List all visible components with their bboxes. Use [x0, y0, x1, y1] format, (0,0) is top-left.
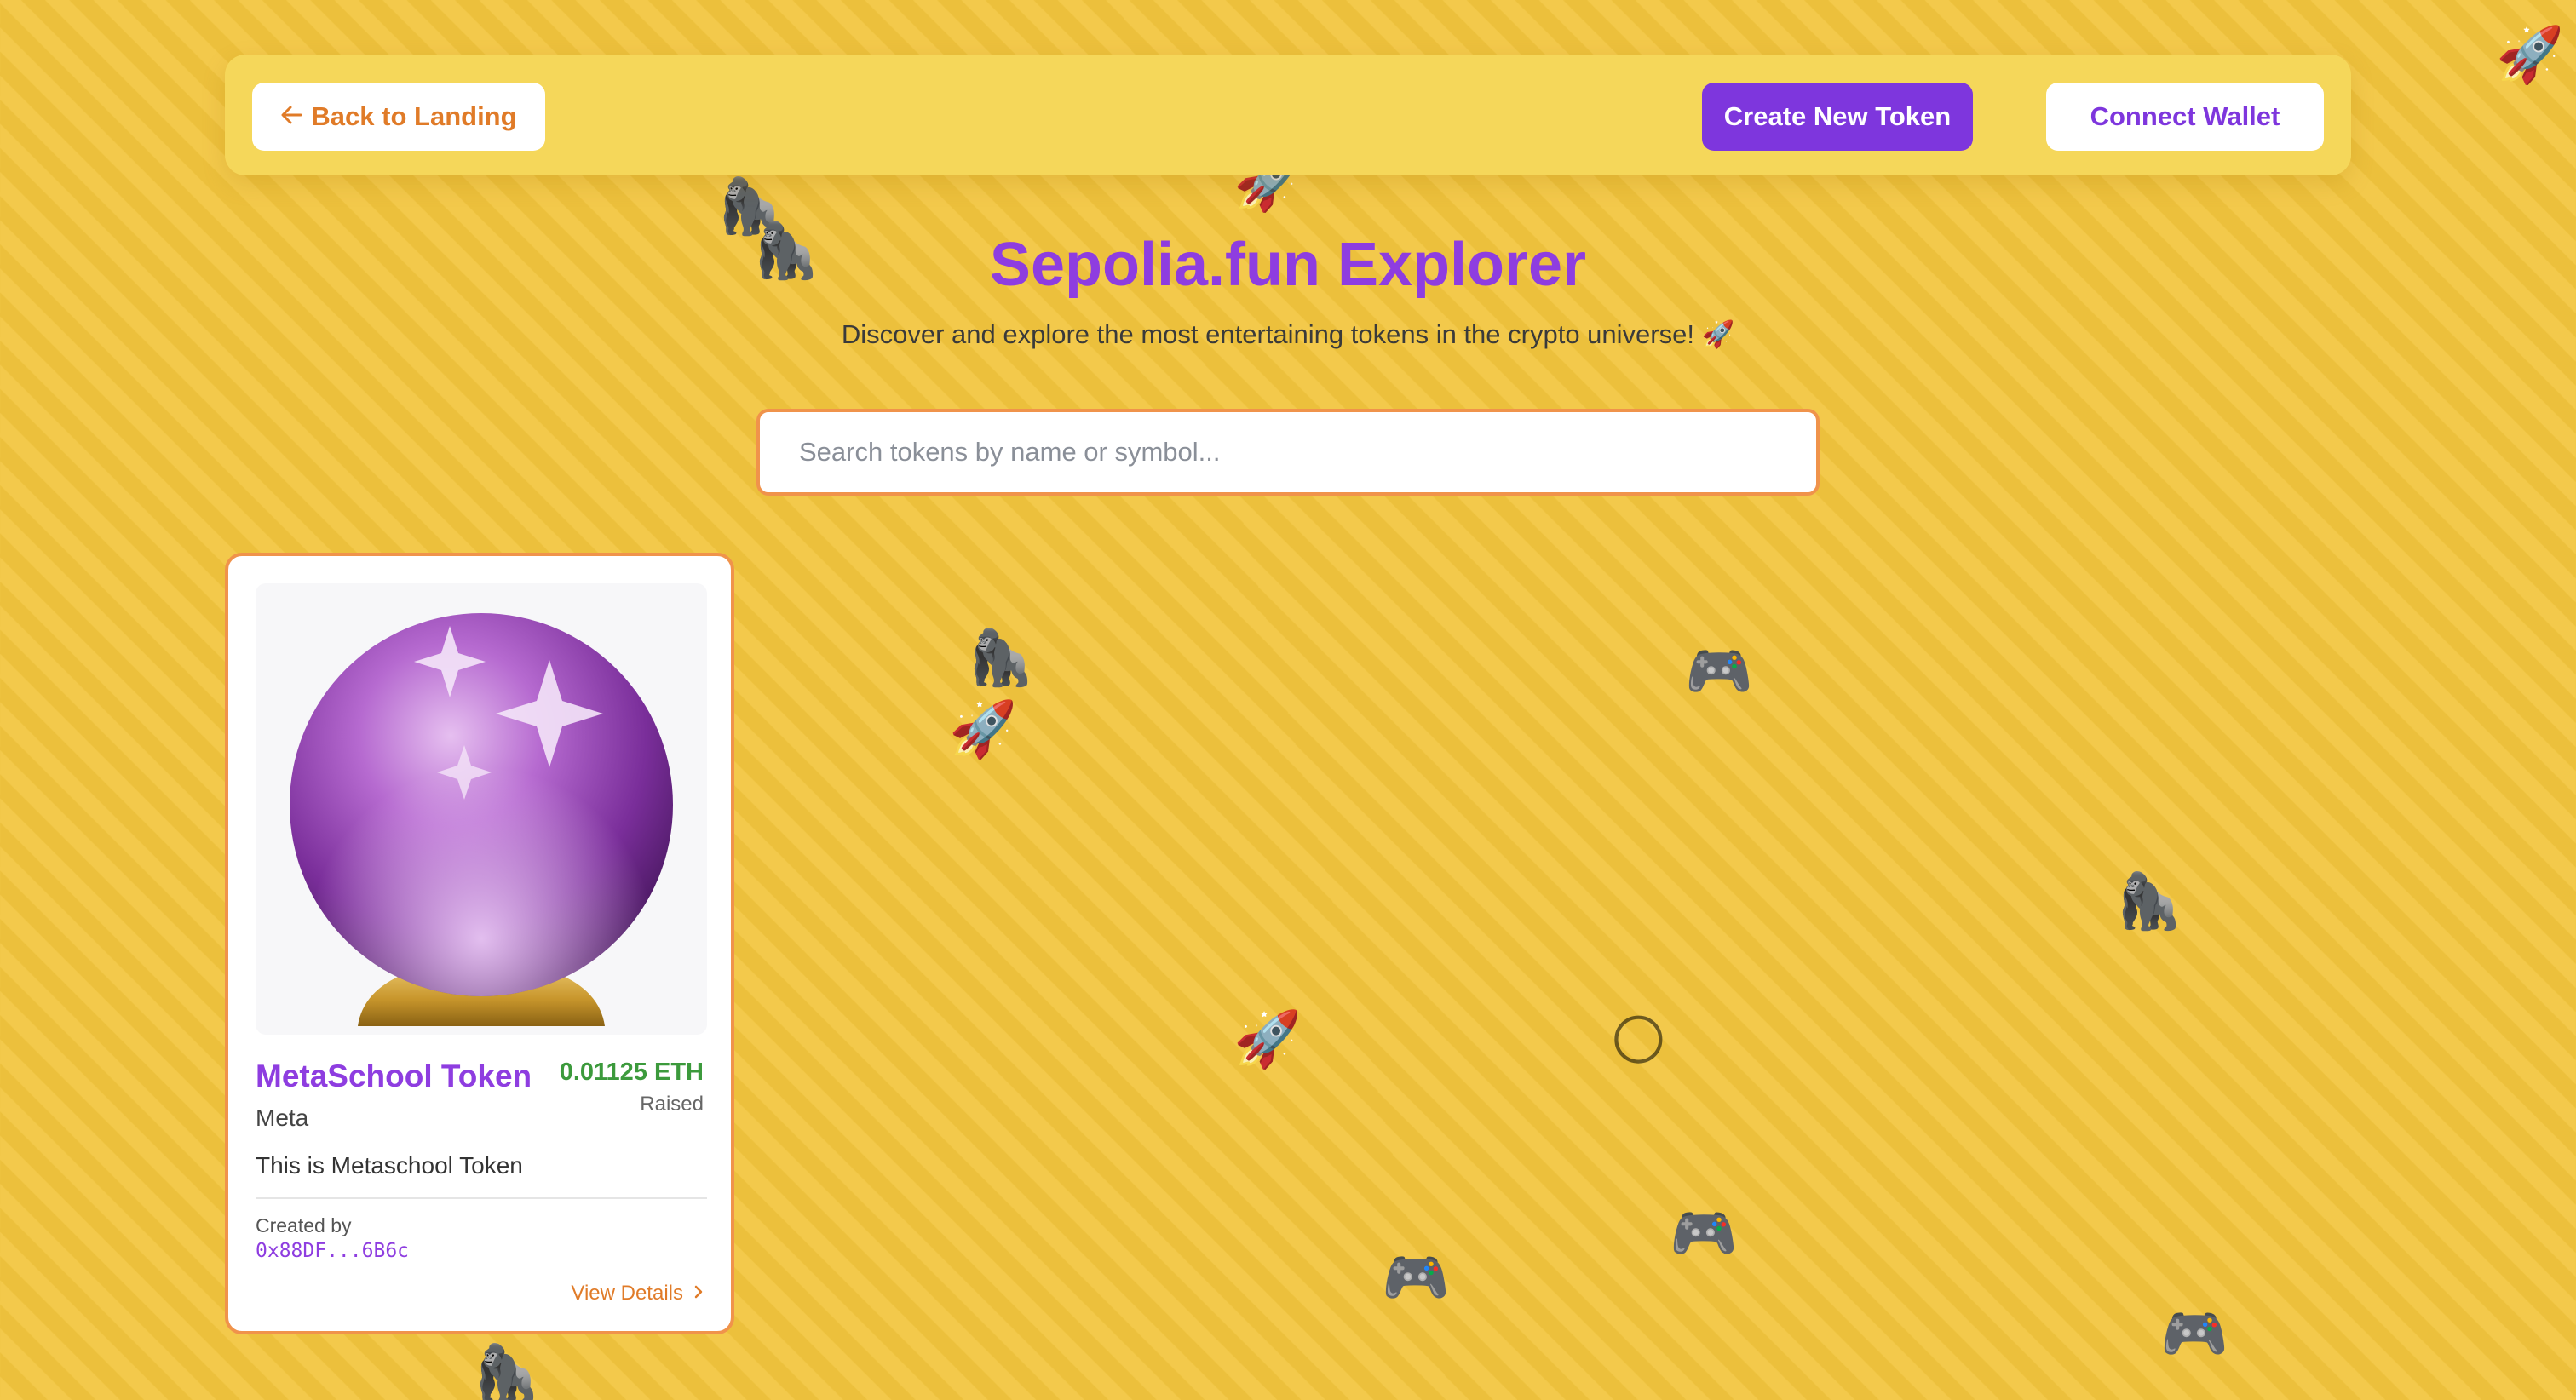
- moon-decoration: 🌕: [1610, 1010, 1667, 1071]
- page-title: Sepolia.fun Explorer: [989, 231, 1587, 299]
- search-input[interactable]: [799, 437, 1816, 468]
- gamepad-decoration: 🎮: [1670, 1202, 1738, 1264]
- connect-wallet-button[interactable]: Connect Wallet: [2046, 83, 2324, 151]
- back-to-landing-label: Back to Landing: [311, 101, 517, 131]
- gorilla-decoration: 🦍: [966, 627, 1034, 688]
- search-box: [756, 409, 1820, 496]
- token-name: MetaSchool Token: [256, 1059, 532, 1093]
- gorilla-decoration: 🦍: [472, 1342, 540, 1400]
- gorilla-decoration: 🦍: [2114, 870, 2182, 932]
- token-card[interactable]: MetaSchool Token 0.01125 ETH Raised Meta…: [225, 553, 734, 1334]
- back-to-landing-button[interactable]: Back to Landing: [252, 83, 545, 151]
- token-raised-label: Raised: [640, 1093, 704, 1116]
- rocket-decoration: 🚀: [2496, 24, 2564, 85]
- card-divider: [256, 1197, 707, 1199]
- chevron-right-icon: [693, 1282, 704, 1305]
- view-details-label: View Details: [571, 1282, 683, 1305]
- token-symbol: Meta: [256, 1105, 309, 1131]
- token-description: This is Metaschool Token: [256, 1152, 523, 1179]
- crystal-ball-icon: [290, 613, 673, 1026]
- token-image: [256, 583, 707, 1035]
- view-details-link[interactable]: View Details: [571, 1282, 704, 1305]
- creator-address[interactable]: 0x88DF...6B6c: [256, 1240, 409, 1262]
- gamepad-decoration: 🎮: [1685, 640, 1753, 702]
- gamepad-decoration: 🎮: [1382, 1247, 1450, 1308]
- rocket-decoration: 🚀: [1233, 1008, 1302, 1070]
- rocket-decoration: 🚀: [949, 698, 1017, 760]
- gamepad-decoration: 🎮: [2160, 1303, 2228, 1364]
- page-subtitle: Discover and explore the most entertaini…: [841, 319, 1735, 349]
- token-raised-amount: 0.01125 ETH: [559, 1059, 704, 1086]
- navbar: Back to Landing Create New Token Connect…: [225, 55, 2351, 175]
- created-by-label: Created by: [256, 1214, 352, 1236]
- arrow-left-icon: [280, 101, 302, 132]
- create-new-token-button[interactable]: Create New Token: [1702, 83, 1973, 151]
